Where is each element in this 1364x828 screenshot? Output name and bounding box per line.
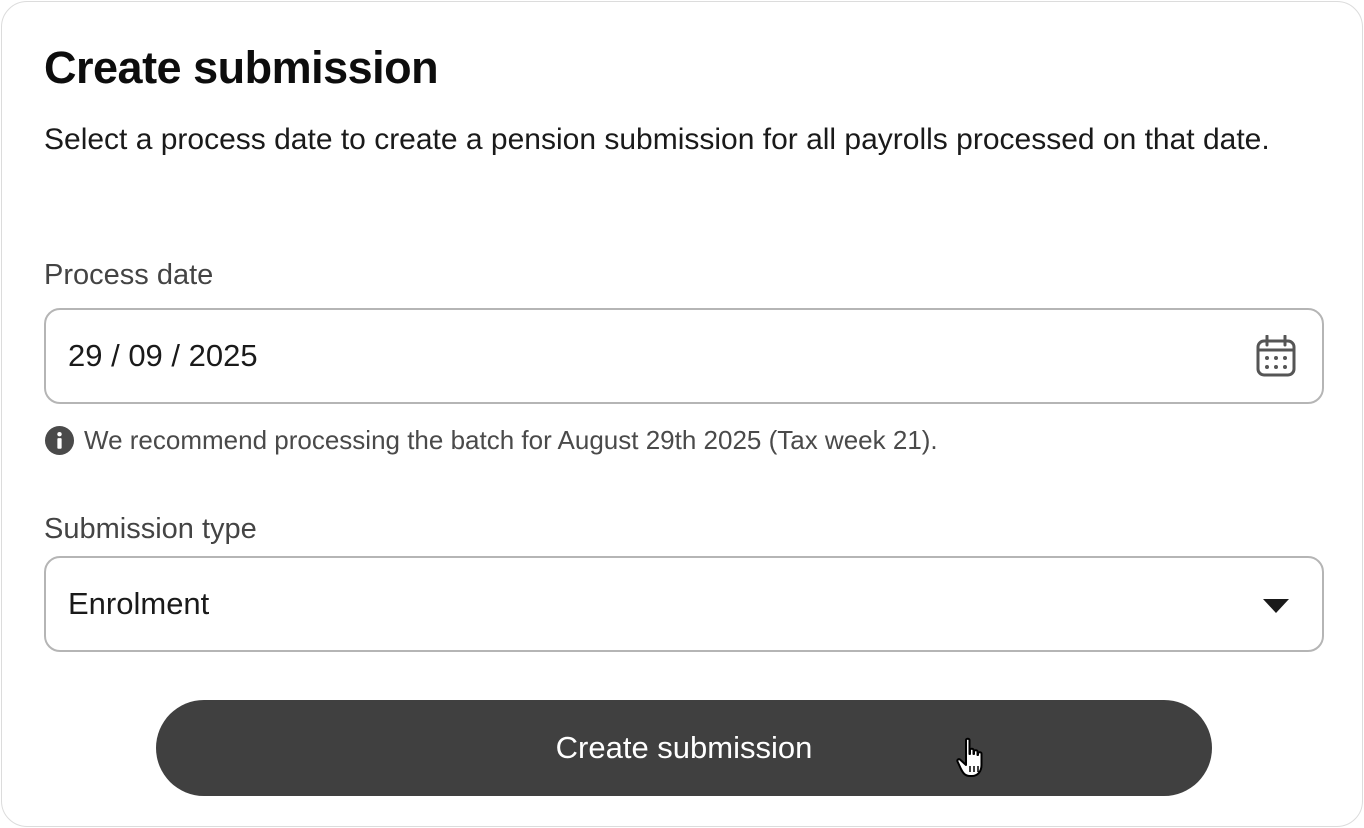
submission-type-value: Enrolment <box>68 586 210 621</box>
process-date-hint: We recommend processing the batch for Au… <box>44 424 938 456</box>
process-date-input[interactable]: 29 / 09 / 2025 <box>44 308 1324 404</box>
process-date-value: 29 / 09 / 2025 <box>68 338 258 373</box>
create-submission-button[interactable]: Create submission <box>156 700 1212 796</box>
create-submission-card: Create submission Select a process date … <box>1 1 1363 827</box>
info-icon <box>44 425 75 455</box>
process-date-label: Process date <box>44 259 214 291</box>
submission-type-label: Submission type <box>44 513 257 545</box>
page-description: Select a process date to create a pensio… <box>44 123 1270 156</box>
submission-type-select[interactable]: Enrolment <box>44 556 1324 652</box>
page-title: Create submission <box>44 42 439 93</box>
calendar-icon[interactable] <box>1256 335 1296 377</box>
chevron-down-icon <box>1263 599 1289 613</box>
hint-text: We recommend processing the batch for Au… <box>84 424 938 455</box>
